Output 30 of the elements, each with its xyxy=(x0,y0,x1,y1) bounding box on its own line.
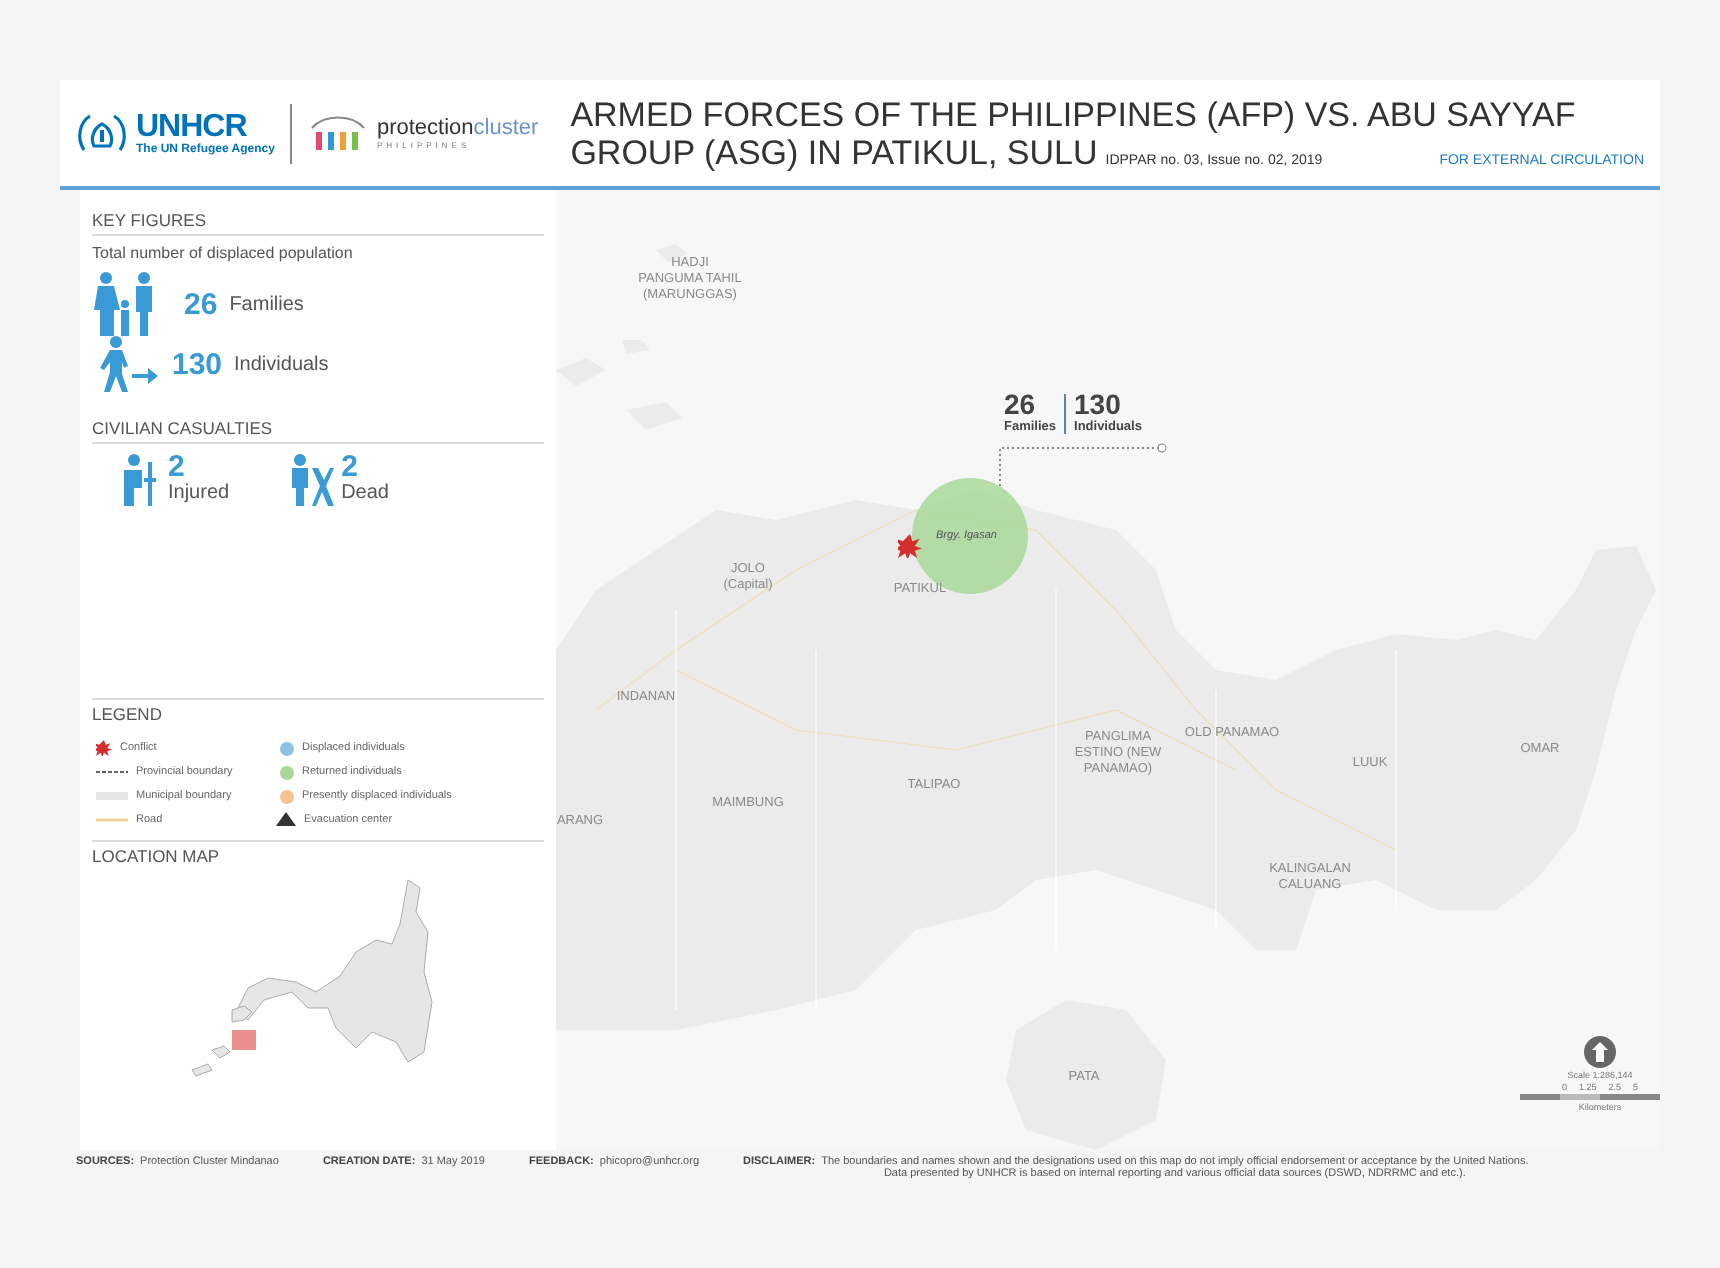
section-heading: LEGEND xyxy=(92,698,544,728)
section-heading: KEY FIGURES xyxy=(92,206,544,236)
section-heading: LOCATION MAP xyxy=(92,840,544,870)
callout-value: 26 xyxy=(1004,390,1038,420)
figure-label: Individuals xyxy=(234,353,329,375)
section-subtitle: Total number of displaced population xyxy=(92,244,355,262)
scale-bar xyxy=(1520,1094,1660,1100)
explosion-icon xyxy=(898,534,922,558)
injured-person-icon xyxy=(120,454,160,506)
person-with-cross-icon xyxy=(289,454,334,506)
people-group-icon xyxy=(308,111,369,155)
logo-wordmark: protection xyxy=(376,116,474,140)
logo-wordmark: UNHCR xyxy=(136,111,249,143)
tent-icon xyxy=(276,812,296,828)
casualty-label: Dead xyxy=(341,482,389,504)
logo-wordmark: cluster xyxy=(473,116,539,140)
explosion-icon xyxy=(96,740,112,756)
report-title: GROUP (ASG) IN PATIKUL, SULU xyxy=(570,133,1098,171)
figure-label: Families xyxy=(229,293,304,315)
casualty-value: 2 xyxy=(168,454,185,482)
dashed-line-icon xyxy=(96,770,128,774)
figure-value: 130 xyxy=(172,347,223,381)
callout-value: 130 xyxy=(1074,390,1123,420)
figure-value: 26 xyxy=(184,287,218,321)
road-line-icon xyxy=(96,818,128,822)
section-heading: CIVILIAN CASUALTIES xyxy=(92,414,544,444)
casualty-value: 2 xyxy=(341,454,358,482)
casualty-label: Injured xyxy=(168,482,230,504)
unhcr-emblem-icon xyxy=(76,109,128,157)
report-title: ARMED FORCES OF THE PHILIPPINES (AFP) VS. ABU SAYYAF xyxy=(570,95,1578,133)
